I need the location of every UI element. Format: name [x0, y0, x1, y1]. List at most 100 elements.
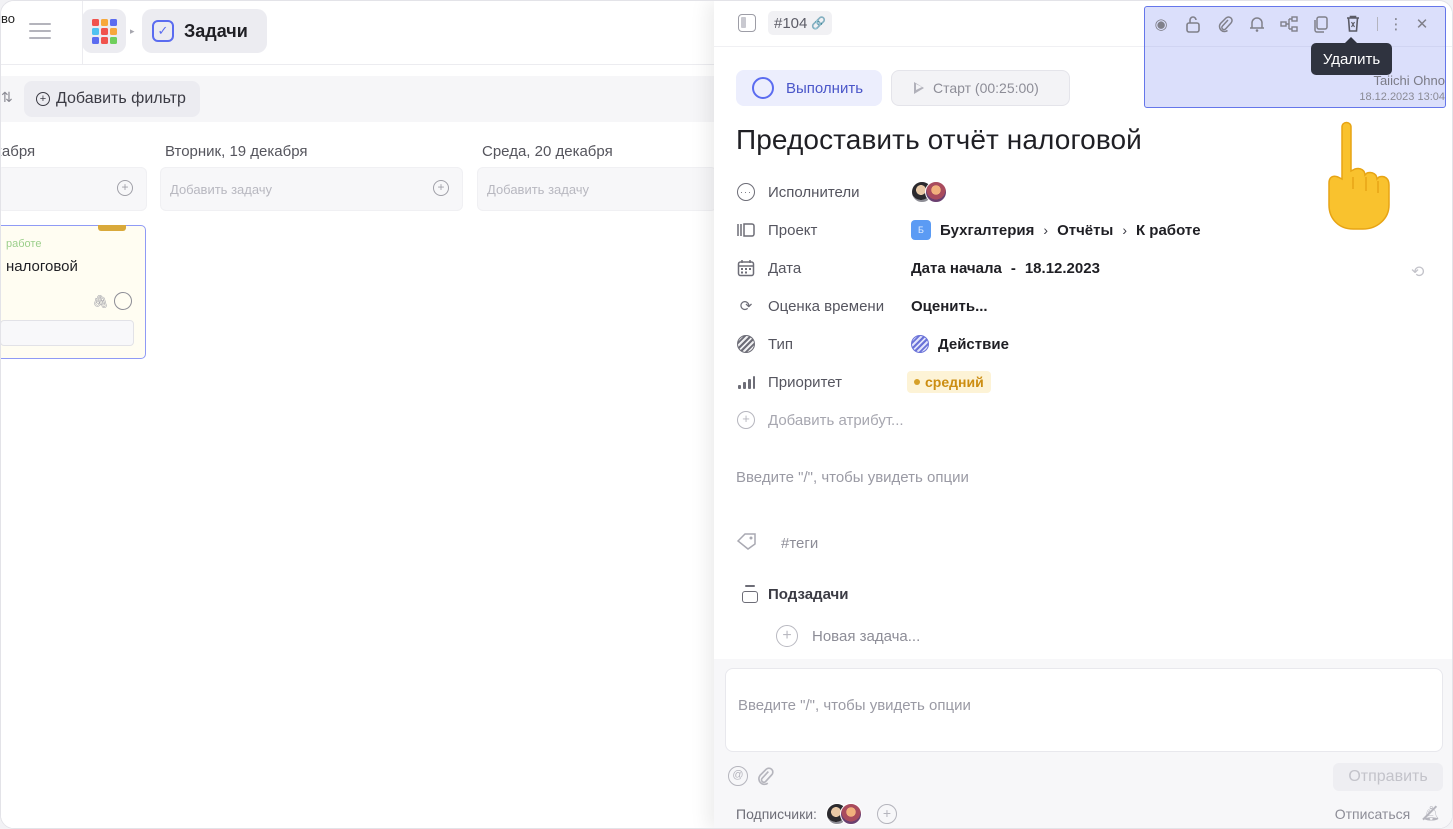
project-stage[interactable]: К работе [1136, 222, 1201, 239]
subtasks-icon [742, 585, 758, 603]
project-badge: Б [911, 220, 931, 240]
task-title[interactable]: Предоставить отчёт налоговой [736, 124, 1142, 156]
attr-label: Приоритет [768, 373, 842, 391]
close-icon[interactable]: ✕ [1406, 13, 1438, 35]
assignees-value[interactable] [911, 181, 947, 203]
description-editor[interactable]: Введите "/", чтобы увидеть опции [736, 469, 969, 486]
add-task-field[interactable]: Добавить задачу + [160, 167, 463, 211]
attr-label: Исполнители [768, 183, 860, 201]
tags-row[interactable]: #теги [736, 531, 818, 555]
card-status: работе [6, 238, 42, 250]
attr-estimate: ⟳ Оценка времени Оценить... [736, 295, 1436, 317]
comment-section: Введите "/", чтобы увидеть опции @ Отпра… [714, 659, 1452, 828]
panel-toolbar: ◉ ⋮ ✕ [1145, 13, 1438, 35]
play-icon [914, 82, 924, 94]
type-text: Действие [938, 335, 1009, 353]
add-subscriber-icon[interactable]: + [876, 804, 897, 824]
apps-grid-cell [109, 36, 117, 44]
comment-input[interactable]: Введите "/", чтобы увидеть опции [725, 668, 1443, 752]
type-value[interactable]: Действие [911, 335, 1009, 353]
pointing-hand-icon [1328, 121, 1390, 230]
add-attribute-row[interactable]: + Добавить атрибут... [736, 409, 1436, 431]
unsubscribe-label: Отписаться [1334, 805, 1411, 822]
apps-button[interactable] [82, 9, 126, 53]
project-path[interactable]: Б Бухгалтерия › Отчёты › К работе [911, 220, 1201, 240]
add-filter-button[interactable]: + Добавить фильтр [24, 81, 200, 117]
bell-icon[interactable] [1241, 13, 1273, 35]
new-subtask-button[interactable]: + Новая задача... [776, 625, 920, 647]
subscribers-row: Подписчики: + [736, 803, 897, 825]
priority-value[interactable]: средний [907, 371, 991, 393]
hierarchy-icon[interactable] [1273, 13, 1305, 35]
plus-circle-icon: + [36, 92, 50, 106]
plus-circle-icon[interactable]: + [117, 180, 133, 196]
unsubscribe-button[interactable]: Отписаться 🔔︎ [1335, 805, 1440, 822]
new-task-label: Новая задача... [812, 627, 921, 645]
top-bar: во ▸ ✓ Задачи [1, 1, 714, 65]
plus-circle-icon: + [776, 625, 798, 647]
task-card[interactable]: работе налоговой 🖇 [1, 225, 146, 359]
filter-bar: ⇅ + Добавить фильтр [1, 76, 714, 122]
add-task-field[interactable]: + [1, 167, 147, 211]
apps-grid-cell [91, 27, 99, 35]
page-title: Задачи [184, 20, 248, 41]
attr-label: Дата [768, 259, 802, 277]
complete-circle-icon[interactable] [114, 292, 132, 310]
attr-priority: Приоритет средний [736, 371, 1436, 393]
plus-circle-icon[interactable]: + [433, 180, 449, 196]
breadcrumb-tasks[interactable]: ✓ Задачи [142, 9, 267, 53]
attr-type: Тип Действие [736, 333, 1436, 355]
subtasks-header: Подзадачи [742, 585, 848, 603]
add-task-field[interactable]: Добавить задачу [477, 167, 717, 211]
start-timer-button[interactable]: Старт (00:25:00) [891, 70, 1070, 106]
attr-date: Дата Дата начала - 18.12.2023 [736, 257, 1436, 279]
paperclip-icon[interactable] [1209, 13, 1241, 35]
menu-icon[interactable] [29, 23, 51, 41]
attr-label: Тип [768, 335, 794, 353]
add-attribute-label[interactable]: Добавить атрибут... [768, 412, 904, 429]
column-header: кабря [1, 143, 36, 160]
complete-label: Выполнить [786, 79, 864, 97]
estimate-value[interactable]: Оценить... [911, 298, 988, 315]
apps-grid-cell [100, 27, 108, 35]
avatar[interactable] [839, 803, 862, 825]
chevron-right-icon: › [1043, 222, 1049, 238]
trash-icon[interactable] [1337, 13, 1369, 35]
date-value[interactable]: Дата начала - 18.12.2023 [911, 260, 1100, 277]
send-button[interactable]: Отправить [1333, 763, 1443, 791]
priority-badge[interactable]: средний [907, 371, 991, 393]
mention-icon[interactable]: @ [728, 766, 748, 786]
avatar[interactable] [925, 181, 947, 203]
card-input[interactable] [1, 320, 134, 346]
board-columns: кабря + Вторник, 19 декабря Добавить зад… [1, 122, 717, 828]
paperclip-icon[interactable] [756, 766, 774, 791]
apps-grid-cell [109, 27, 117, 35]
chevron-right-icon: › [1122, 222, 1127, 238]
copy-icon[interactable] [1305, 13, 1337, 35]
task-created-date: 18.12.2023 13:04 [1359, 91, 1445, 103]
comment-tools: @ [728, 766, 774, 791]
project-folder[interactable]: Отчёты [1057, 222, 1113, 239]
task-board: во ▸ ✓ Задачи ⇅ + Добавить фильтр кабря … [1, 1, 717, 828]
apps-grid-cell [91, 36, 99, 44]
repeat-icon[interactable]: ⟲ [1411, 262, 1424, 282]
plus-circle-icon: + [736, 410, 756, 430]
priority-text: средний [925, 374, 984, 390]
task-id[interactable]: #104 🔗 [768, 11, 833, 35]
subscriber-avatars [825, 803, 862, 825]
tags-label[interactable]: #теги [781, 535, 818, 552]
complete-button[interactable]: Выполнить [736, 70, 882, 106]
eye-icon[interactable]: ◉ [1145, 13, 1177, 35]
sort-icon[interactable]: ⇅ [1, 89, 15, 109]
checkbox-icon: ✓ [152, 20, 174, 42]
subscribers-label: Подписчики: [736, 806, 817, 822]
more-icon[interactable]: ⋮ [1386, 13, 1406, 35]
priority-bars-icon [736, 372, 756, 392]
lock-icon[interactable] [1177, 13, 1209, 35]
project-name[interactable]: Бухгалтерия [940, 222, 1034, 239]
subtasks-label: Подзадачи [768, 585, 849, 603]
apps-grid-icon [91, 18, 117, 44]
comment-placeholder: Введите "/", чтобы увидеть опции [738, 697, 971, 714]
panel-toggle-icon[interactable] [738, 14, 756, 32]
task-id-text: #104 [774, 14, 808, 32]
